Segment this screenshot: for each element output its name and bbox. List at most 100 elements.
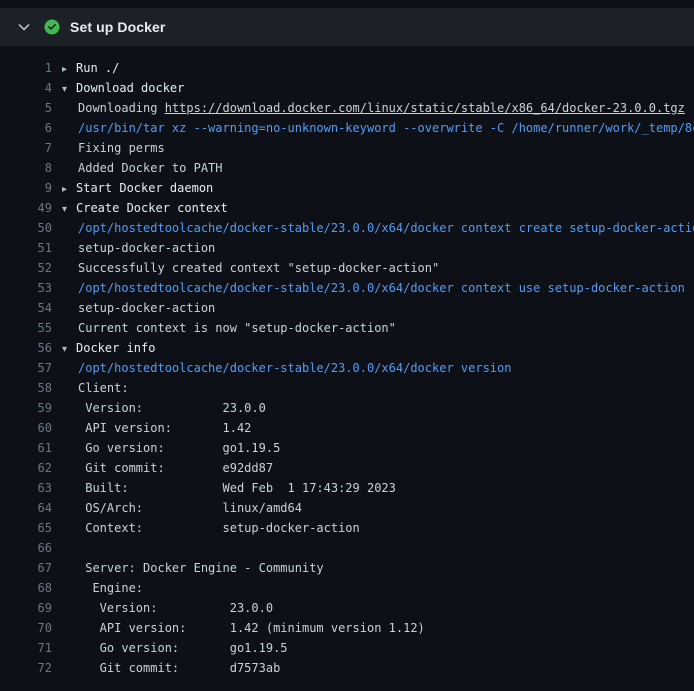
log-line: 51setup-docker-action (0, 238, 694, 258)
log-line: 61 Go version: go1.19.5 (0, 438, 694, 458)
group-title[interactable]: Create Docker context (76, 201, 228, 215)
success-check-icon (44, 19, 60, 35)
log-text: Version: 23.0.0 (62, 398, 694, 418)
line-number[interactable]: 49 (0, 198, 62, 218)
line-number[interactable]: 60 (0, 418, 62, 438)
log-lines: 1▸Run ./4▾Download docker5Downloading ht… (0, 46, 694, 678)
line-number[interactable]: 64 (0, 498, 62, 518)
log-line: 63 Built: Wed Feb 1 17:43:29 2023 (0, 478, 694, 498)
log-command-text: /opt/hostedtoolcache/docker-stable/23.0.… (62, 218, 694, 238)
log-link[interactable]: https://download.docker.com/linux/static… (165, 101, 685, 115)
step-header[interactable]: Set up Docker (0, 8, 694, 46)
line-number[interactable]: 53 (0, 278, 62, 298)
line-number[interactable]: 69 (0, 598, 62, 618)
log-line: 55Current context is now "setup-docker-a… (0, 318, 694, 338)
log-text: Fixing perms (62, 138, 694, 158)
log-text: setup-docker-action (62, 298, 694, 318)
log-line: 70 API version: 1.42 (minimum version 1.… (0, 618, 694, 638)
log-command-text: /opt/hostedtoolcache/docker-stable/23.0.… (62, 278, 694, 298)
log-line: 66 (0, 538, 694, 558)
log-command-text: /usr/bin/tar xz --warning=no-unknown-key… (62, 118, 694, 138)
log-line: 54setup-docker-action (0, 298, 694, 318)
line-number[interactable]: 66 (0, 538, 62, 558)
collapse-group-icon[interactable]: ▾ (62, 340, 76, 358)
line-number[interactable]: 5 (0, 98, 62, 118)
line-number[interactable]: 59 (0, 398, 62, 418)
log-line: 68 Engine: (0, 578, 694, 598)
line-number[interactable]: 71 (0, 638, 62, 658)
log-text: Current context is now "setup-docker-act… (62, 318, 694, 338)
log-line[interactable]: 9▸Start Docker daemon (0, 178, 694, 198)
group-title[interactable]: Run ./ (76, 61, 119, 75)
line-number[interactable]: 55 (0, 318, 62, 338)
log-text: Git commit: d7573ab (62, 658, 694, 678)
collapse-group-icon[interactable]: ▾ (62, 80, 76, 98)
line-number[interactable]: 61 (0, 438, 62, 458)
log-line: 67 Server: Docker Engine - Community (0, 558, 694, 578)
log-line: 72 Git commit: d7573ab (0, 658, 694, 678)
log-text: Context: setup-docker-action (62, 518, 694, 538)
log-line: 71 Go version: go1.19.5 (0, 638, 694, 658)
log-text: setup-docker-action (62, 238, 694, 258)
log-line[interactable]: 4▾Download docker (0, 78, 694, 98)
collapse-group-icon[interactable]: ▾ (62, 200, 76, 218)
line-number[interactable]: 52 (0, 258, 62, 278)
log-line: 5 Downloading https://download.docker.com… (0, 98, 694, 118)
log-text: Downloading (78, 101, 165, 115)
log-line[interactable]: 1▸Run ./ (0, 58, 694, 78)
log-line: 59 Version: 23.0.0 (0, 398, 694, 418)
line-number[interactable]: 9 (0, 178, 62, 198)
log-line: 8Added Docker to PATH (0, 158, 694, 178)
log-line: 64 OS/Arch: linux/amd64 (0, 498, 694, 518)
line-number[interactable]: 57 (0, 358, 62, 378)
line-number[interactable]: 63 (0, 478, 62, 498)
log-text: Engine: (62, 578, 694, 598)
line-number[interactable]: 7 (0, 138, 62, 158)
log-text: Go version: go1.19.5 (62, 638, 694, 658)
line-number[interactable]: 58 (0, 378, 62, 398)
log-line: 52Successfully created context "setup-do… (0, 258, 694, 278)
line-number[interactable]: 72 (0, 658, 62, 678)
log-line: 62 Git commit: e92dd87 (0, 458, 694, 478)
line-number[interactable]: 62 (0, 458, 62, 478)
line-number[interactable]: 1 (0, 58, 62, 78)
line-number[interactable]: 4 (0, 78, 62, 98)
expand-group-icon[interactable]: ▸ (62, 180, 76, 198)
log-line: 6/usr/bin/tar xz --warning=no-unknown-ke… (0, 118, 694, 138)
line-number[interactable]: 65 (0, 518, 62, 538)
line-number[interactable]: 8 (0, 158, 62, 178)
log-line: 58Client: (0, 378, 694, 398)
log-text: Added Docker to PATH (62, 158, 694, 178)
log-text: Successfully created context "setup-dock… (62, 258, 694, 278)
line-number[interactable]: 68 (0, 578, 62, 598)
log-text: Go version: go1.19.5 (62, 438, 694, 458)
log-text: API version: 1.42 (minimum version 1.12) (62, 618, 694, 638)
log-line: 53/opt/hostedtoolcache/docker-stable/23.… (0, 278, 694, 298)
log-line[interactable]: 56▾Docker info (0, 338, 694, 358)
line-number[interactable]: 67 (0, 558, 62, 578)
log-line[interactable]: 49▾Create Docker context (0, 198, 694, 218)
log-text (62, 538, 694, 558)
step-title: Set up Docker (70, 19, 165, 35)
line-number[interactable]: 6 (0, 118, 62, 138)
log-line: 69 Version: 23.0.0 (0, 598, 694, 618)
log-text: Built: Wed Feb 1 17:43:29 2023 (62, 478, 694, 498)
actions-log-panel: Set up Docker 1▸Run ./4▾Download docker5… (0, 8, 694, 691)
group-title[interactable]: Docker info (76, 341, 155, 355)
line-number[interactable]: 56 (0, 338, 62, 358)
expand-group-icon[interactable]: ▸ (62, 60, 76, 78)
line-number[interactable]: 54 (0, 298, 62, 318)
line-number[interactable]: 50 (0, 218, 62, 238)
log-text: Git commit: e92dd87 (62, 458, 694, 478)
line-number[interactable]: 70 (0, 618, 62, 638)
chevron-down-icon[interactable] (16, 19, 32, 35)
group-title[interactable]: Start Docker daemon (76, 181, 213, 195)
log-line: 60 API version: 1.42 (0, 418, 694, 438)
group-title[interactable]: Download docker (76, 81, 184, 95)
log-text: Version: 23.0.0 (62, 598, 694, 618)
log-line: 65 Context: setup-docker-action (0, 518, 694, 538)
log-text: Client: (62, 378, 694, 398)
log-text: API version: 1.42 (62, 418, 694, 438)
line-number[interactable]: 51 (0, 238, 62, 258)
log-line: 7Fixing perms (0, 138, 694, 158)
